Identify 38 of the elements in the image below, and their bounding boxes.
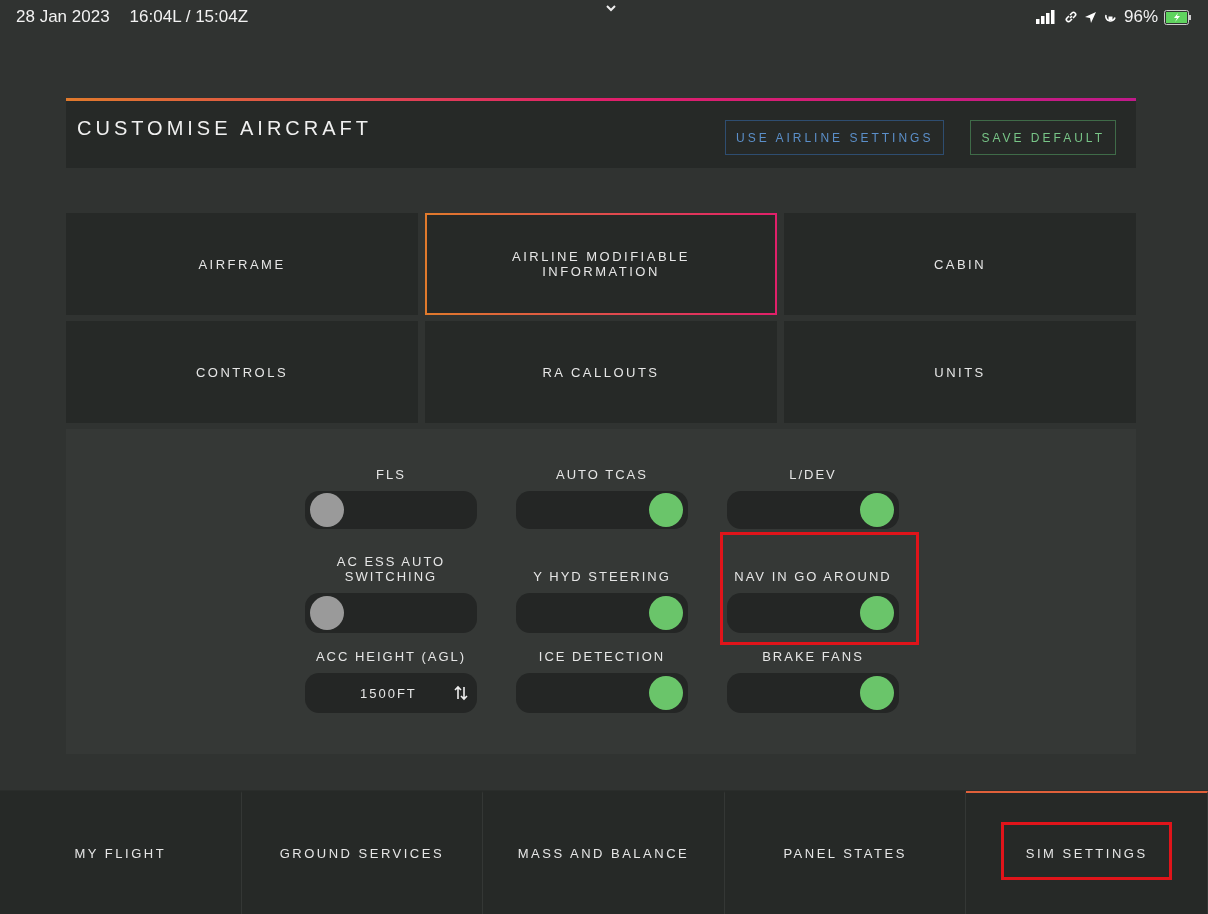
status-time: 16:04L / 15:04Z <box>129 7 249 27</box>
airline-settings-button[interactable]: USE AIRLINE SETTINGS <box>725 120 945 155</box>
category-tab[interactable]: AIRLINE MODIFIABLE INFORMATION <box>425 213 777 315</box>
category-tab[interactable]: CABIN <box>784 213 1136 315</box>
save-default-button[interactable]: SAVE DEFAULT <box>970 120 1116 155</box>
toggle-switch[interactable] <box>516 593 688 633</box>
height-stepper[interactable]: 1500FT <box>305 673 477 713</box>
setting-label: NAV IN GO AROUND <box>734 569 892 585</box>
toggle-switch[interactable] <box>516 490 688 529</box>
setting-label: BRAKE FANS <box>762 649 864 665</box>
battery-percent: 96% <box>1123 7 1158 27</box>
toggle-switch[interactable] <box>516 673 688 713</box>
setting-label: ICE DETECTION <box>538 649 666 665</box>
nav-tab[interactable]: SIM SETTINGS <box>966 791 1208 914</box>
toggle-switch[interactable] <box>727 673 899 713</box>
toggle-switch[interactable] <box>727 593 899 633</box>
location-arrow-icon <box>1083 10 1097 24</box>
signal-icon <box>1035 10 1058 24</box>
setting-label: L/DEV <box>789 467 837 483</box>
toggle-switch[interactable] <box>305 593 477 633</box>
toggle-switch[interactable] <box>305 490 477 529</box>
setting-label: FLS <box>376 467 406 483</box>
battery-charging-icon <box>1164 9 1192 25</box>
category-tab[interactable]: AIRFRAME <box>66 213 418 315</box>
setting-label: AUTO TCAS <box>556 467 648 483</box>
category-tab[interactable]: UNITS <box>784 321 1136 423</box>
stepper-value: 1500FT <box>360 685 417 701</box>
toggle-switch[interactable] <box>727 490 899 529</box>
category-tab[interactable]: RA CALLOUTS <box>425 321 777 423</box>
up-down-arrows-icon <box>454 685 468 701</box>
status-date: 28 Jan 2023 <box>16 7 110 27</box>
setting-label: Y HYD STEERING <box>533 569 671 585</box>
category-tab[interactable]: CONTROLS <box>66 321 418 423</box>
page-title: CUSTOMISE AIRCRAFT <box>77 117 372 140</box>
chevron-down-icon <box>605 4 617 12</box>
setting-label: AC ESS AUTO SWITCHING <box>335 553 447 585</box>
setting-label: ACC HEIGHT (AGL) <box>315 649 467 665</box>
link-icon <box>1063 10 1078 24</box>
